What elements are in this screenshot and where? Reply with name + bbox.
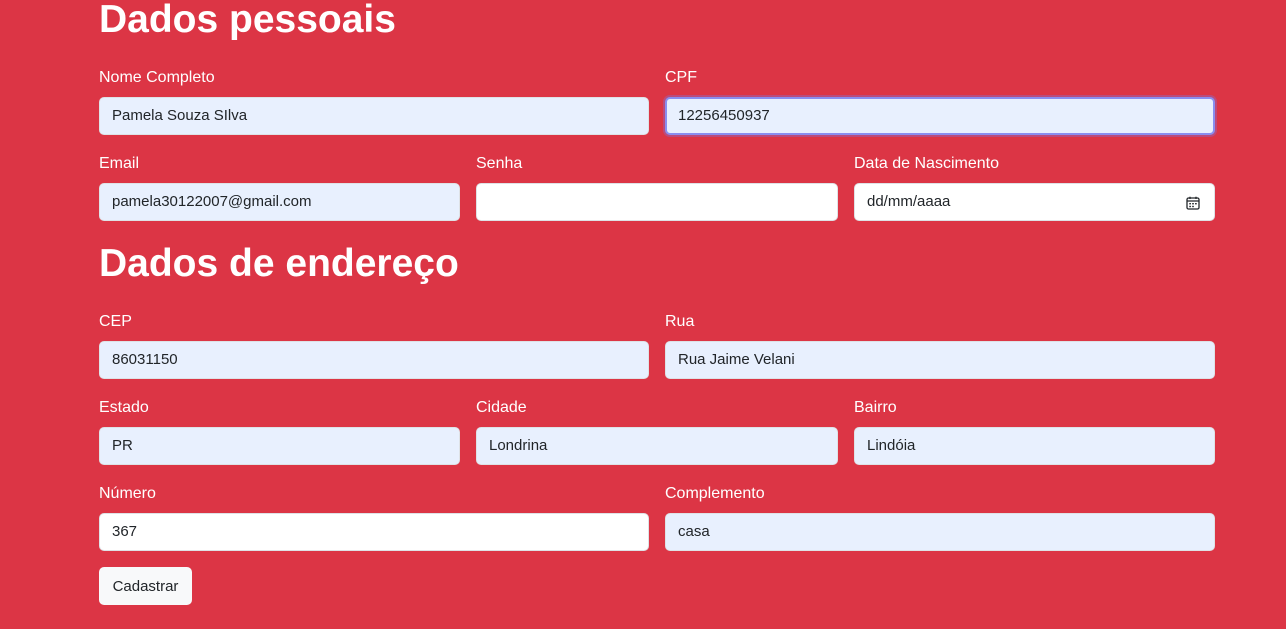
cep-label: CEP	[99, 313, 132, 330]
nascimento-label: Data de Nascimento	[854, 155, 999, 172]
email-label: Email	[99, 155, 140, 172]
senha-label: Senha	[476, 155, 523, 172]
rua-label: Rua	[665, 313, 695, 330]
nascimento-input[interactable]: dd/mm/aaaa	[854, 183, 1215, 221]
email-input[interactable]: pamela30122007@gmail.com	[99, 183, 460, 221]
cadastrar-button[interactable]: Cadastrar	[99, 567, 192, 605]
nascimento-placeholder: dd/mm/aaaa	[867, 193, 951, 210]
complemento-input[interactable]: casa	[665, 513, 1215, 551]
address-data-heading: Dados de endereço	[99, 242, 459, 285]
personal-data-heading: Dados pessoais	[99, 0, 396, 41]
nome-input[interactable]: Pamela Souza SIlva	[99, 97, 649, 135]
numero-input[interactable]: 367	[99, 513, 649, 551]
numero-label: Número	[99, 485, 156, 502]
estado-input[interactable]: PR	[99, 427, 460, 465]
cpf-label: CPF	[665, 69, 697, 86]
senha-input[interactable]	[476, 183, 838, 221]
calendar-icon[interactable]	[1186, 196, 1200, 210]
bairro-label: Bairro	[854, 399, 897, 416]
estado-label: Estado	[99, 399, 149, 416]
complemento-label: Complemento	[665, 485, 765, 502]
cpf-input[interactable]: 12256450937	[665, 97, 1215, 135]
cep-input[interactable]: 86031150	[99, 341, 649, 379]
bairro-input[interactable]: Lindóia	[854, 427, 1215, 465]
nome-label: Nome Completo	[99, 69, 215, 86]
rua-input[interactable]: Rua Jaime Velani	[665, 341, 1215, 379]
cidade-input[interactable]: Londrina	[476, 427, 838, 465]
cidade-label: Cidade	[476, 399, 527, 416]
